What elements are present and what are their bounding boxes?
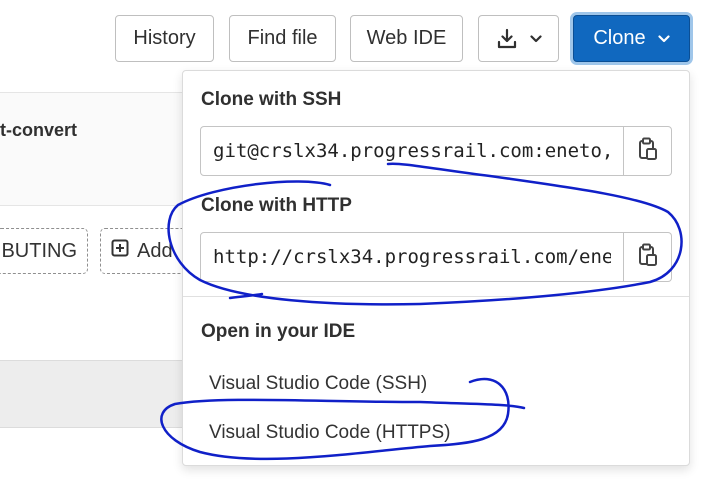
- clone-ssh-input[interactable]: [200, 126, 624, 176]
- copy-http-button[interactable]: [624, 232, 672, 282]
- clipboard-icon: [638, 243, 658, 272]
- project-title-fragment: t-convert: [0, 120, 78, 140]
- clone-http-label: Clone with HTTP: [201, 195, 352, 216]
- clone-ssh-label: Clone with SSH: [201, 89, 342, 110]
- clone-ssh-field-group: [200, 126, 672, 176]
- clone-dropdown: Clone with SSH Clone with HTTP Open in y…: [182, 70, 690, 466]
- clone-http-input[interactable]: [200, 232, 624, 282]
- open-in-ide-label: Open in your IDE: [201, 321, 356, 342]
- contributing-chip[interactable]: BUTING: [0, 228, 88, 274]
- clipboard-icon: [638, 137, 658, 166]
- history-button[interactable]: History: [115, 15, 214, 62]
- project-info-panel: [0, 92, 200, 206]
- web-ide-button-label: Web IDE: [366, 27, 447, 49]
- plus-square-icon: [111, 239, 129, 263]
- clone-http-field-group: [200, 232, 672, 282]
- chevron-down-icon: [658, 34, 670, 43]
- add-file-chip-label: Add: [137, 239, 173, 262]
- download-icon: [496, 28, 518, 50]
- dropdown-divider: [183, 296, 689, 297]
- file-tree-header: [0, 360, 200, 428]
- open-vscode-ssh[interactable]: Visual Studio Code (SSH): [209, 373, 427, 395]
- chevron-down-icon: [529, 34, 542, 43]
- contributing-chip-label: BUTING: [1, 239, 77, 262]
- copy-ssh-button[interactable]: [624, 126, 672, 176]
- find-file-button[interactable]: Find file: [229, 15, 336, 62]
- find-file-button-label: Find file: [247, 27, 318, 49]
- history-button-label: History: [133, 27, 196, 49]
- web-ide-button[interactable]: Web IDE: [350, 15, 463, 62]
- download-dropdown-button[interactable]: [478, 15, 559, 62]
- clone-button[interactable]: Clone: [573, 15, 690, 62]
- clone-button-label: Clone: [593, 27, 646, 49]
- open-vscode-https[interactable]: Visual Studio Code (HTTPS): [209, 422, 450, 444]
